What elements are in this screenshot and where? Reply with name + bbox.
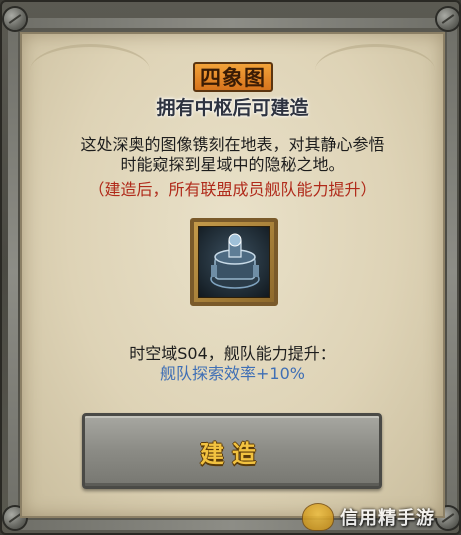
watermark: 信用精手游 [302, 502, 435, 532]
ornament-right [315, 44, 435, 97]
dialog-frame: 四象图 拥有中枢后可建造 这处深奥的图像镌刻在地表，对其静心参悟 时能窥探到星域… [0, 0, 461, 535]
build-button[interactable]: 建造 [82, 413, 382, 489]
bolt-icon [4, 8, 26, 30]
pot-logo-icon [302, 503, 334, 531]
description-line-2: 时能窥探到星域中的隐秘之地。 [120, 155, 345, 174]
structure-graphic [210, 233, 260, 289]
effect-value: 舰队探索效率+10% [160, 364, 305, 383]
build-requirement: 拥有中枢后可建造 [156, 97, 309, 119]
description-line-1: 这处深奥的图像镌刻在地表，对其静心参悟 [80, 135, 385, 154]
bolt-icon [437, 8, 459, 30]
top-metal-bar [16, 18, 449, 28]
ornament-left [30, 44, 150, 97]
four-symbols-structure-icon [198, 226, 270, 298]
watermark-text: 信用精手游 [340, 508, 435, 529]
description: 这处深奥的图像镌刻在地表，对其静心参悟 时能窥探到星域中的隐秘之地。 [32, 135, 433, 175]
alliance-note: （建造后，所有联盟成员舰队能力提升） [88, 180, 377, 199]
build-button-label: 建造 [200, 439, 264, 468]
panel-title: 四象图 [193, 62, 273, 92]
building-icon-frame [190, 218, 278, 306]
